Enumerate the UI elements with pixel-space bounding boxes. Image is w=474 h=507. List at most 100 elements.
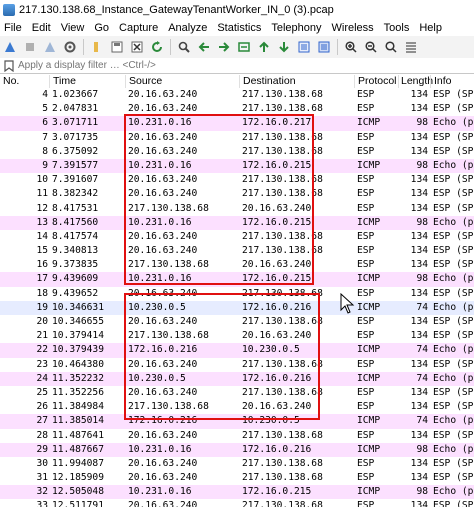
packet-time-cell: 12.185909 (52, 472, 104, 484)
resize-columns-icon[interactable] (403, 39, 419, 55)
menu-edit[interactable]: Edit (28, 22, 57, 34)
packet-number-cell: 16 (36, 259, 48, 271)
zoom-out-icon[interactable] (363, 39, 379, 55)
back-arrow-icon[interactable] (196, 39, 212, 55)
packet-protocol-cell: ICMP (357, 216, 381, 228)
shark-fin-start-icon[interactable] (2, 39, 18, 55)
packet-row[interactable]: 32 12.505048 10.231.0.16 172.16.0.215 ICMP 98… (0, 485, 474, 500)
forward-arrow-icon[interactable] (216, 39, 232, 55)
title-bar: 217.130.138.68_Instance_GatewayTenantWor… (0, 0, 474, 20)
toolbar-separator (83, 39, 84, 55)
packet-source-cell: 20.16.63.240 (128, 472, 198, 484)
packet-row[interactable]: 4 1.023667 20.16.63.240 217.130.138.68 ESP 13… (0, 88, 474, 103)
menu-statistics[interactable]: Statistics (213, 22, 267, 34)
packet-info-cell: Echo (p (433, 216, 474, 228)
packet-info-cell: ESP (SPI (433, 103, 474, 115)
menu-analyze[interactable]: Analyze (164, 22, 213, 34)
packet-length-cell: 134 (410, 429, 428, 441)
packet-number-cell: 30 (36, 457, 48, 469)
packet-protocol-cell: ICMP (357, 273, 381, 285)
packet-row[interactable]: 30 11.994087 20.16.63.240 217.130.138.68 ESP… (0, 456, 474, 472)
menu-wireless[interactable]: Wireless (328, 22, 380, 34)
packet-source-cell: 10.231.0.16 (128, 486, 192, 498)
packet-number-cell: 12 (36, 202, 48, 214)
packet-length-cell: 98 (416, 273, 428, 285)
packet-info-cell: ESP (SP (433, 330, 474, 342)
packet-time-cell: 11.487667 (52, 443, 104, 455)
column-divider (125, 75, 126, 89)
stop-icon[interactable] (22, 39, 38, 55)
reload-icon[interactable] (149, 39, 165, 55)
packet-number-cell: 14 (36, 230, 48, 242)
menu-telephony[interactable]: Telephony (267, 22, 327, 34)
column-header-no[interactable]: No. (3, 75, 19, 87)
column-header-time[interactable]: Time (53, 75, 76, 87)
packet-time-cell: 11.385014 (52, 415, 104, 427)
normal-size-icon[interactable] (383, 39, 399, 55)
menu-view[interactable]: View (57, 22, 91, 34)
column-header-source[interactable]: Source (129, 75, 162, 87)
packet-protocol-cell: ESP (357, 386, 375, 398)
packet-length-cell: 74 (416, 372, 428, 384)
zoom-in-icon[interactable] (343, 39, 359, 55)
column-header-destination[interactable]: Destination (243, 75, 296, 87)
packet-row[interactable]: 31 12.185909 20.16.63.240 217.130.138.68 ESP… (0, 471, 474, 486)
packet-protocol-cell: ESP (357, 230, 375, 242)
open-folder-icon[interactable] (89, 39, 105, 55)
packet-time-cell: 8.417574 (52, 230, 99, 242)
highlight-box-10-231 (124, 114, 314, 285)
packet-length-cell: 134 (410, 188, 428, 200)
restart-icon[interactable] (42, 39, 58, 55)
packet-protocol-cell: ESP (357, 429, 375, 441)
toolbar-separator (337, 39, 338, 55)
packet-info-cell: ESP (SP (433, 259, 474, 271)
packet-number-cell: 18 (36, 287, 48, 299)
packet-time-cell: 7.391607 (52, 174, 99, 186)
packet-length-cell: 98 (416, 443, 428, 455)
menu-go[interactable]: Go (90, 22, 115, 34)
first-packet-icon[interactable] (256, 39, 272, 55)
close-file-icon[interactable] (129, 39, 145, 55)
packet-info-cell: ESP (SP (433, 188, 474, 200)
menu-help[interactable]: Help (415, 22, 448, 34)
options-gear-icon[interactable] (62, 39, 78, 55)
bookmark-filter-icon[interactable] (3, 59, 15, 72)
packet-info-cell: ESP (SP (433, 230, 474, 242)
packet-info-cell: Echo (p (433, 273, 474, 285)
column-header-protocol[interactable]: Protocol (358, 75, 397, 87)
menu-tools[interactable]: Tools (380, 22, 416, 34)
menu-file[interactable]: File (0, 22, 28, 34)
packet-row[interactable]: 28 11.487641 20.16.63.240 217.130.138.68 ESP… (0, 428, 474, 443)
display-filter-input[interactable] (18, 60, 458, 71)
packet-time-cell: 6.375092 (52, 145, 99, 157)
find-icon[interactable] (176, 39, 192, 55)
packet-destination-cell: 172.16.0.216 (242, 443, 312, 455)
packet-time-cell: 11.384984 (52, 401, 104, 413)
packet-length-cell: 98 (416, 486, 428, 498)
packet-length-cell: 134 (410, 316, 428, 327)
column-header-length[interactable]: Length (401, 75, 433, 87)
save-icon[interactable] (109, 39, 125, 55)
packet-length-cell: 98 (416, 216, 428, 228)
packet-row[interactable]: 29 11.487667 10.231.0.16 172.16.0.216 ICMP 98… (0, 442, 474, 457)
menu-bar: File Edit View Go Capture Analyze Statis… (0, 20, 474, 36)
packet-row[interactable]: 33 12.511791 20.16.63.240 217.130.138.68 ESP… (0, 499, 474, 507)
packet-length-cell: 134 (410, 330, 428, 342)
packet-time-cell: 8.382342 (52, 188, 99, 200)
go-to-packet-icon[interactable] (236, 39, 252, 55)
colorize-icon[interactable] (316, 39, 332, 55)
column-divider (430, 75, 431, 89)
menu-capture[interactable]: Capture (115, 22, 164, 34)
packet-protocol-cell: ESP (357, 457, 375, 469)
packet-info-cell: ESP (SP (433, 287, 474, 299)
column-divider (398, 75, 399, 89)
packet-time-cell: 11.352232 (52, 372, 104, 384)
window-title: 217.130.138.68_Instance_GatewayTenantWor… (19, 4, 334, 16)
autoscroll-icon[interactable] (296, 39, 312, 55)
packet-time-cell: 8.417531 (52, 202, 99, 214)
packet-number-cell: 28 (36, 429, 48, 441)
column-header-info[interactable]: Info (434, 75, 452, 87)
last-packet-icon[interactable] (276, 39, 292, 55)
packet-list-header: No. Time Source Destination Protocol Len… (0, 74, 474, 89)
packet-time-cell: 12.505048 (52, 486, 104, 498)
